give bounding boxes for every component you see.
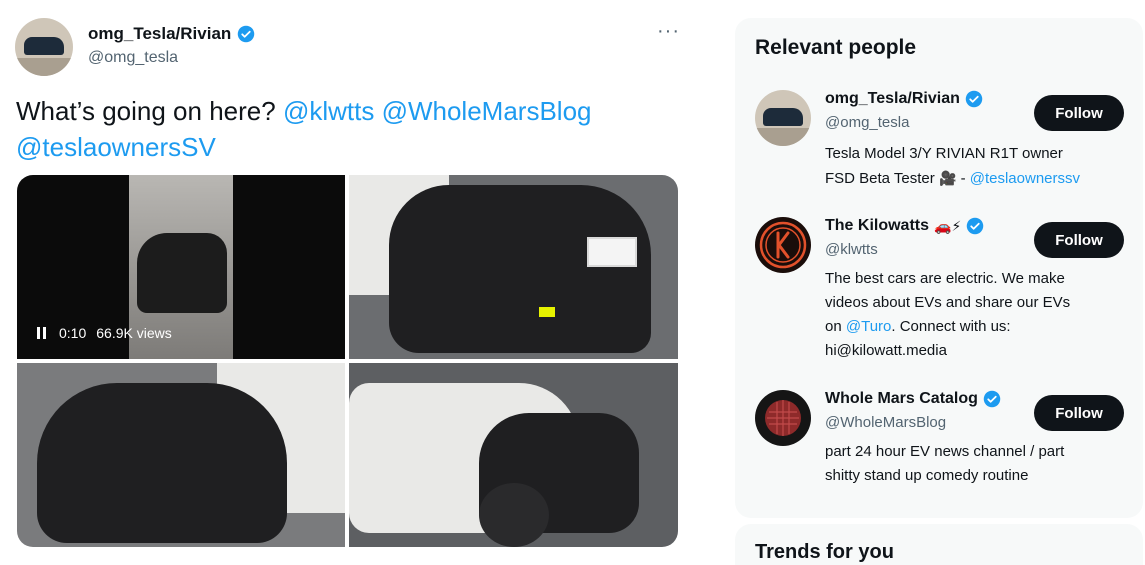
bio-line: . Connect with us: xyxy=(891,318,1011,335)
follow-button[interactable]: Follow xyxy=(1034,222,1124,258)
photo-front[interactable] xyxy=(17,363,345,547)
person-avatar[interactable] xyxy=(755,90,811,146)
follow-button[interactable]: Follow xyxy=(1034,95,1124,131)
video-player[interactable]: 0:10 66.9K views xyxy=(17,175,345,359)
mention-turo[interactable]: @Turo xyxy=(846,318,892,335)
bio-line: FSD Beta Tester xyxy=(825,170,935,187)
mention-wholemarsblog[interactable]: @WholeMarsBlog xyxy=(382,96,592,126)
person-name[interactable]: Whole Mars Catalog xyxy=(825,390,978,408)
person-omg-tesla[interactable]: omg_Tesla/Rivian @omg_tesla Tesla Model … xyxy=(755,90,1135,190)
tweet-text: What’s going on here? @klwtts @WholeMars… xyxy=(16,93,656,165)
bio-line: The best cars are electric. We make xyxy=(825,270,1065,287)
avatar-ground xyxy=(755,128,811,146)
author-avatar[interactable] xyxy=(15,18,73,76)
mention-teslaownerssv[interactable]: @teslaownersSV xyxy=(16,132,216,162)
video-time: 0:10 xyxy=(59,325,87,341)
person-name-row: Whole Mars Catalog xyxy=(825,390,1001,408)
verified-badge-icon xyxy=(983,390,1001,408)
bio-email: hi@kilowatt.media xyxy=(825,342,947,359)
wheel xyxy=(479,483,549,547)
person-avatar[interactable] xyxy=(755,217,811,273)
relevant-people-title: Relevant people xyxy=(755,36,917,59)
video-controls: 0:10 66.9K views xyxy=(37,325,172,341)
verified-badge-icon xyxy=(967,217,984,235)
more-options-icon[interactable]: ··· xyxy=(657,20,680,43)
photo-rear[interactable] xyxy=(349,175,678,359)
wrapped-car-image xyxy=(137,233,227,313)
author-handle[interactable]: @omg_tesla xyxy=(88,49,178,67)
verified-badge-icon xyxy=(965,90,983,108)
bio-line: videos about EVs and share our EVs xyxy=(825,294,1071,311)
person-avatar[interactable] xyxy=(755,390,811,446)
tweet: omg_Tesla/Rivian @omg_tesla ··· What’s g… xyxy=(0,0,700,565)
wrapped-car-front xyxy=(37,383,287,543)
author-name[interactable]: omg_Tesla/Rivian xyxy=(88,24,231,44)
person-kilowatts[interactable]: The Kilowatts 🚗⚡ @klwtts The best cars a… xyxy=(755,217,1135,367)
avatar-car xyxy=(763,108,803,126)
person-handle[interactable]: @klwtts xyxy=(825,241,878,258)
bio-dash: - xyxy=(960,170,966,187)
person-handle[interactable]: @omg_tesla xyxy=(825,114,909,131)
license-plate xyxy=(587,237,637,267)
camera-icon: 🎥 xyxy=(938,170,957,186)
avatar-ground xyxy=(15,58,73,76)
avatar-car xyxy=(24,37,64,55)
bio-line: part 24 hour EV news channel / part xyxy=(825,443,1065,460)
trends-title: Trends for you xyxy=(755,541,894,563)
video-views: 66.9K views xyxy=(96,325,172,341)
wrapped-car-rear xyxy=(389,185,651,353)
author-name-row: omg_Tesla/Rivian xyxy=(88,24,255,44)
person-bio: Tesla Model 3/Y RIVIAN R1T owner FSD Bet… xyxy=(825,142,1125,191)
mention-klwtts[interactable]: @klwtts xyxy=(283,96,374,126)
person-name[interactable]: omg_Tesla/Rivian xyxy=(825,90,960,108)
yellow-tag xyxy=(539,307,555,317)
person-name[interactable]: The Kilowatts xyxy=(825,217,929,235)
pause-icon[interactable] xyxy=(37,327,49,339)
bio-line: shitty stand up comedy routine xyxy=(825,467,1029,484)
person-name-row: omg_Tesla/Rivian xyxy=(825,90,983,108)
person-handle[interactable]: @WholeMarsBlog xyxy=(825,414,946,431)
car-bolt-emoji: 🚗⚡ xyxy=(934,217,962,234)
whole-mars-logo xyxy=(765,400,801,436)
person-name-row: The Kilowatts 🚗⚡ xyxy=(825,217,984,235)
follow-button[interactable]: Follow xyxy=(1034,395,1124,431)
media-grid: 0:10 66.9K views xyxy=(17,175,678,547)
photo-side[interactable] xyxy=(349,363,678,547)
mention-teslaownerssv[interactable]: @teslaownerssv xyxy=(970,170,1080,187)
person-bio: The best cars are electric. We make vide… xyxy=(825,267,1125,363)
verified-badge-icon xyxy=(238,25,255,43)
bio-line: on xyxy=(825,318,842,335)
person-bio: part 24 hour EV news channel / part shit… xyxy=(825,440,1125,488)
bio-line: Tesla Model 3/Y RIVIAN R1T owner xyxy=(825,145,1063,162)
tweet-body: What’s going on here? xyxy=(16,96,276,126)
person-whole-mars[interactable]: Whole Mars Catalog @WholeMarsBlog part 2… xyxy=(755,390,1135,490)
kilowatts-logo xyxy=(759,221,807,269)
